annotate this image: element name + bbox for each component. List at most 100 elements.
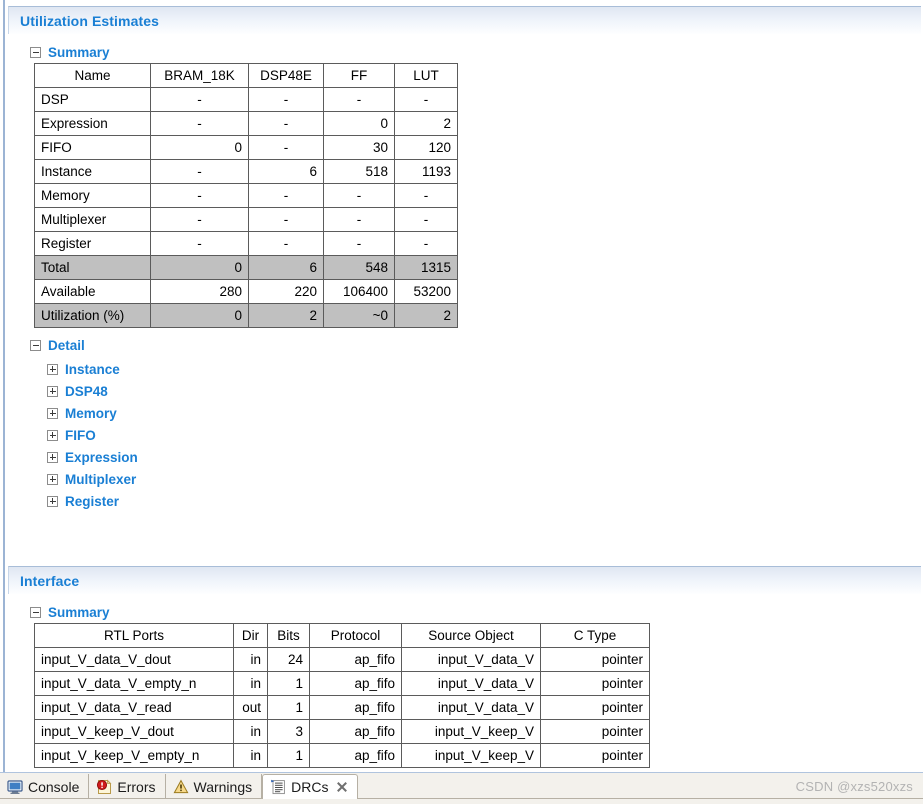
cell-value: 518 — [323, 159, 395, 184]
tab-label: Console — [28, 778, 80, 795]
table-row: FIFO 0-30 120 — [34, 135, 458, 160]
detail-tree-item-multiplexer[interactable]: Multiplexer — [8, 468, 921, 490]
expand-plus-icon[interactable] — [47, 407, 58, 419]
cell-rtl-port: input_V_data_V_read — [34, 695, 234, 720]
table-row: Memory - - - - — [34, 183, 458, 208]
table-row: Total 0 6 548 1315 — [34, 255, 458, 280]
cell-value: 0 — [150, 303, 249, 328]
column-header-protocol: Protocol — [309, 623, 402, 648]
cell-value: - — [248, 111, 324, 136]
console-icon — [7, 779, 23, 795]
cell-rtl-port: input_V_keep_V_dout — [34, 719, 234, 744]
close-icon[interactable] — [336, 781, 348, 793]
table-row: Instance -6 518 1193 — [34, 159, 458, 184]
bottom-view-tabbar: Console Errors Warnings DRCs — [0, 772, 923, 804]
cell-name: Available — [34, 279, 151, 304]
cell-value: 0 — [323, 111, 395, 136]
detail-tree-item-label[interactable]: Register — [65, 494, 119, 509]
table-header-row: Name BRAM_18K DSP48E FF LUT — [34, 63, 458, 88]
table-row: Register - - - - — [34, 231, 458, 256]
cell-dir: in — [233, 647, 268, 672]
cell-value: - — [248, 183, 324, 208]
cell-rtl-port: input_V_data_V_dout — [34, 647, 234, 672]
detail-tree-item-label[interactable]: Expression — [65, 450, 138, 465]
cell-dir: in — [233, 719, 268, 744]
table-row: input_V_data_V_read out 1 ap_fifo input_V_da… — [34, 695, 650, 720]
cell-value: 1315 — [394, 255, 458, 280]
tab-errors[interactable]: Errors — [89, 774, 166, 799]
cell-value: 53200 — [394, 279, 458, 304]
interface-title: Interface — [20, 572, 80, 589]
expand-plus-icon[interactable] — [47, 495, 58, 507]
collapse-minus-icon[interactable] — [30, 46, 41, 58]
tab-console[interactable]: Console — [0, 774, 90, 799]
detail-tree-item-label[interactable]: DSP48 — [65, 384, 108, 399]
cell-source-object: input_V_data_V — [401, 647, 541, 672]
cell-value: - — [150, 231, 249, 256]
detail-tree-item-instance[interactable]: Instance — [8, 358, 921, 380]
cell-source-object: input_V_keep_V — [401, 719, 541, 744]
cell-value: 6 — [248, 159, 324, 184]
column-header-source-object: Source Object — [401, 623, 541, 648]
cell-value: - — [323, 87, 395, 112]
column-header-dir: Dir — [233, 623, 268, 648]
report-scroll-pane[interactable]: Utilization Estimates Summary Name BRAM_… — [0, 0, 923, 772]
column-header-ff: FF — [323, 63, 395, 88]
column-header-bits: Bits — [267, 623, 310, 648]
utilization-summary-tree-node[interactable]: Summary — [8, 41, 921, 63]
utilization-detail-label[interactable]: Detail — [48, 338, 85, 353]
cell-protocol: ap_fifo — [309, 671, 402, 696]
utilization-detail-tree-node[interactable]: Detail — [8, 334, 921, 356]
cell-protocol: ap_fifo — [309, 695, 402, 720]
cell-value: - — [248, 87, 324, 112]
table-row: input_V_keep_V_dout in 3 ap_fifo input_V_kee… — [34, 719, 650, 744]
detail-tree-item-expression[interactable]: Expression — [8, 446, 921, 468]
cell-c-type: pointer — [540, 695, 650, 720]
cell-rtl-port: input_V_data_V_empty_n — [34, 671, 234, 696]
expand-plus-icon[interactable] — [47, 451, 58, 463]
table-row: DSP - - - - — [34, 87, 458, 112]
cell-name: Memory — [34, 183, 151, 208]
detail-tree-item-memory[interactable]: Memory — [8, 402, 921, 424]
detail-tree-item-label[interactable]: Instance — [65, 362, 120, 377]
tab-warnings[interactable]: Warnings — [166, 774, 263, 799]
cell-source-object: input_V_data_V — [401, 671, 541, 696]
expand-plus-icon[interactable] — [47, 473, 58, 485]
expand-plus-icon[interactable] — [47, 385, 58, 397]
interface-summary-label[interactable]: Summary — [48, 605, 110, 620]
expand-plus-icon[interactable] — [47, 363, 58, 375]
detail-tree-item-dsp48[interactable]: DSP48 — [8, 380, 921, 402]
tab-label: Warnings — [193, 778, 253, 795]
cell-value: - — [150, 87, 249, 112]
cell-value: - — [394, 87, 458, 112]
detail-tree-item-fifo[interactable]: FIFO — [8, 424, 921, 446]
cell-value: - — [394, 183, 458, 208]
cell-value: - — [323, 207, 395, 232]
cell-value: 0 — [150, 135, 249, 160]
column-header-lut: LUT — [394, 63, 458, 88]
cell-value: - — [150, 159, 249, 184]
cell-dir: out — [233, 695, 268, 720]
utilization-summary-table: Name BRAM_18K DSP48E FF LUT DSP - - - - Expre… — [34, 63, 458, 328]
cell-name: FIFO — [34, 135, 151, 160]
cell-protocol: ap_fifo — [309, 647, 402, 672]
cell-value: - — [323, 231, 395, 256]
detail-tree-item-label[interactable]: FIFO — [65, 428, 96, 443]
cell-protocol: ap_fifo — [309, 743, 402, 768]
collapse-minus-icon[interactable] — [30, 339, 41, 351]
collapse-minus-icon[interactable] — [30, 606, 41, 618]
detail-tree-item-register[interactable]: Register — [8, 490, 921, 512]
expand-plus-icon[interactable] — [47, 429, 58, 441]
table-row: Available 280 220 106400 53200 — [34, 279, 458, 304]
cell-name: Expression — [34, 111, 151, 136]
tab-drcs[interactable]: DRCs — [262, 774, 359, 799]
cell-bits: 24 — [267, 647, 310, 672]
detail-tree-item-label[interactable]: Memory — [65, 406, 117, 421]
cell-source-object: input_V_data_V — [401, 695, 541, 720]
detail-tree-item-label[interactable]: Multiplexer — [65, 472, 136, 487]
drc-icon — [270, 779, 286, 795]
cell-c-type: pointer — [540, 743, 650, 768]
utilization-summary-label[interactable]: Summary — [48, 45, 110, 60]
utilization-estimates-section: Utilization Estimates Summary Name BRAM_… — [8, 6, 921, 512]
interface-summary-tree-node[interactable]: Summary — [8, 601, 921, 623]
